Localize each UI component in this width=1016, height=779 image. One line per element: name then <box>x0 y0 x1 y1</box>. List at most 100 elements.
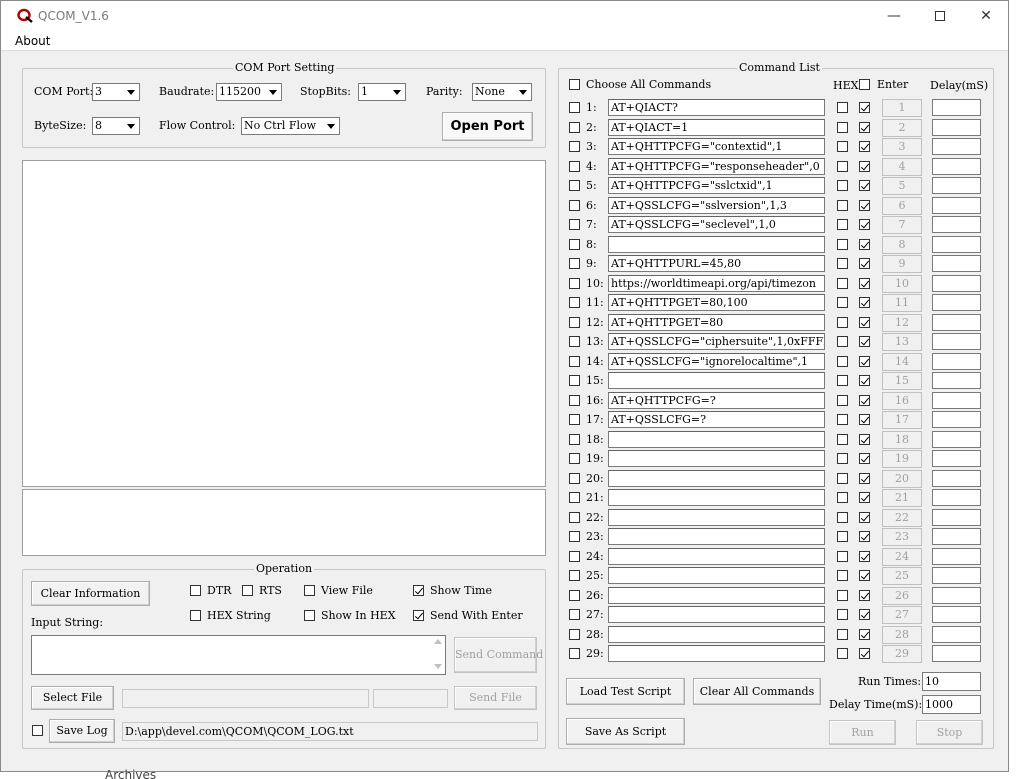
command-delay-input[interactable] <box>932 392 981 409</box>
command-hex-checkbox[interactable] <box>837 297 848 308</box>
command-enter-checkbox[interactable] <box>859 453 870 464</box>
command-send-button[interactable]: 23 <box>882 528 922 546</box>
flow-control-select[interactable]: No Ctrl Flow <box>241 117 340 135</box>
command-hex-checkbox[interactable] <box>837 141 848 152</box>
command-delay-input[interactable] <box>932 314 981 331</box>
rts-checkbox[interactable] <box>242 585 253 596</box>
command-input[interactable]: AT+QHTTPCFG="sslctxid",1 <box>608 177 825 194</box>
command-enter-checkbox[interactable] <box>859 258 870 269</box>
command-delay-input[interactable] <box>932 275 981 292</box>
command-delay-input[interactable] <box>932 606 981 623</box>
command-send-button[interactable]: 26 <box>882 587 922 605</box>
command-enter-checkbox[interactable] <box>859 512 870 523</box>
command-enter-checkbox[interactable] <box>859 278 870 289</box>
command-select-checkbox[interactable] <box>569 122 580 133</box>
command-input[interactable] <box>608 606 825 623</box>
command-send-button[interactable]: 25 <box>882 567 922 585</box>
command-select-checkbox[interactable] <box>569 317 580 328</box>
command-input[interactable] <box>608 509 825 526</box>
command-hex-checkbox[interactable] <box>837 180 848 191</box>
command-enter-checkbox[interactable] <box>859 473 870 484</box>
command-hex-checkbox[interactable] <box>837 336 848 347</box>
command-send-button[interactable]: 27 <box>882 606 922 624</box>
command-select-checkbox[interactable] <box>569 512 580 523</box>
command-select-checkbox[interactable] <box>569 551 580 562</box>
minimize-button[interactable]: — <box>871 1 917 31</box>
command-select-checkbox[interactable] <box>569 375 580 386</box>
command-send-button[interactable]: 1 <box>882 99 922 117</box>
command-hex-checkbox[interactable] <box>837 356 848 367</box>
command-enter-checkbox[interactable] <box>859 434 870 445</box>
menu-about[interactable]: About <box>15 34 50 48</box>
command-input[interactable]: AT+QHTTPCFG="responseheader",0 <box>608 158 825 175</box>
command-enter-checkbox[interactable] <box>859 102 870 113</box>
command-send-button[interactable]: 24 <box>882 548 922 566</box>
command-enter-checkbox[interactable] <box>859 609 870 620</box>
command-send-button[interactable]: 5 <box>882 177 922 195</box>
command-enter-checkbox[interactable] <box>859 492 870 503</box>
command-send-button[interactable]: 16 <box>882 392 922 410</box>
command-delay-input[interactable] <box>932 509 981 526</box>
stopbits-select[interactable]: 1 <box>358 83 406 101</box>
command-input[interactable]: AT+QSSLCFG="ignorelocaltime",1 <box>608 353 825 370</box>
command-hex-checkbox[interactable] <box>837 629 848 640</box>
command-hex-checkbox[interactable] <box>837 278 848 289</box>
save-log-button[interactable]: Save Log <box>49 719 115 743</box>
clear-all-commands-button[interactable]: Clear All Commands <box>693 678 821 705</box>
send-file-button[interactable]: Send File <box>454 686 537 710</box>
input-scrollbar[interactable] <box>431 636 445 674</box>
dtr-checkbox[interactable] <box>190 585 201 596</box>
command-enter-checkbox[interactable] <box>859 570 870 581</box>
command-select-checkbox[interactable] <box>569 200 580 211</box>
command-send-button[interactable]: 8 <box>882 236 922 254</box>
command-delay-input[interactable] <box>932 528 981 545</box>
command-select-checkbox[interactable] <box>569 395 580 406</box>
command-delay-input[interactable] <box>932 353 981 370</box>
command-delay-input[interactable] <box>932 138 981 155</box>
command-enter-checkbox[interactable] <box>859 239 870 250</box>
command-send-button[interactable]: 17 <box>882 411 922 429</box>
command-send-button[interactable]: 6 <box>882 197 922 215</box>
file-path-field[interactable] <box>122 689 369 708</box>
command-delay-input[interactable] <box>932 372 981 389</box>
command-enter-checkbox[interactable] <box>859 590 870 601</box>
command-input[interactable]: AT+QIACT? <box>608 99 825 116</box>
command-select-checkbox[interactable] <box>569 453 580 464</box>
command-enter-checkbox[interactable] <box>859 375 870 386</box>
command-select-checkbox[interactable] <box>569 531 580 542</box>
command-input[interactable] <box>608 470 825 487</box>
save-log-checkbox[interactable] <box>32 725 43 736</box>
command-hex-checkbox[interactable] <box>837 492 848 503</box>
command-enter-checkbox[interactable] <box>859 317 870 328</box>
command-hex-checkbox[interactable] <box>837 414 848 425</box>
close-button[interactable]: ✕ <box>963 1 1009 31</box>
command-hex-checkbox[interactable] <box>837 551 848 562</box>
log-path-field[interactable]: D:\app\devel.com\QCOM\QCOM_LOG.txt <box>122 722 538 741</box>
command-select-checkbox[interactable] <box>569 434 580 445</box>
command-select-checkbox[interactable] <box>569 609 580 620</box>
command-input[interactable]: AT+QHTTPGET=80 <box>608 314 825 331</box>
command-delay-input[interactable] <box>932 450 981 467</box>
command-send-button[interactable]: 12 <box>882 314 922 332</box>
com-port-select[interactable]: 3 <box>92 83 140 101</box>
command-delay-input[interactable] <box>932 431 981 448</box>
command-enter-checkbox[interactable] <box>859 122 870 133</box>
command-hex-checkbox[interactable] <box>837 219 848 230</box>
command-select-checkbox[interactable] <box>569 141 580 152</box>
command-delay-input[interactable] <box>932 99 981 116</box>
command-delay-input[interactable] <box>932 255 981 272</box>
command-delay-input[interactable] <box>932 489 981 506</box>
command-select-checkbox[interactable] <box>569 492 580 503</box>
command-send-button[interactable]: 10 <box>882 275 922 293</box>
command-send-button[interactable]: 4 <box>882 158 922 176</box>
command-input[interactable]: AT+QSSLCFG="sslversion",1,3 <box>608 197 825 214</box>
command-input[interactable]: AT+QSSLCFG="seclevel",1,0 <box>608 216 825 233</box>
command-enter-checkbox[interactable] <box>859 336 870 347</box>
command-select-checkbox[interactable] <box>569 590 580 601</box>
command-delay-input[interactable] <box>932 177 981 194</box>
command-select-checkbox[interactable] <box>569 258 580 269</box>
hex-string-checkbox[interactable] <box>190 610 201 621</box>
command-hex-checkbox[interactable] <box>837 161 848 172</box>
command-send-button[interactable]: 20 <box>882 470 922 488</box>
maximize-button[interactable] <box>917 1 963 31</box>
